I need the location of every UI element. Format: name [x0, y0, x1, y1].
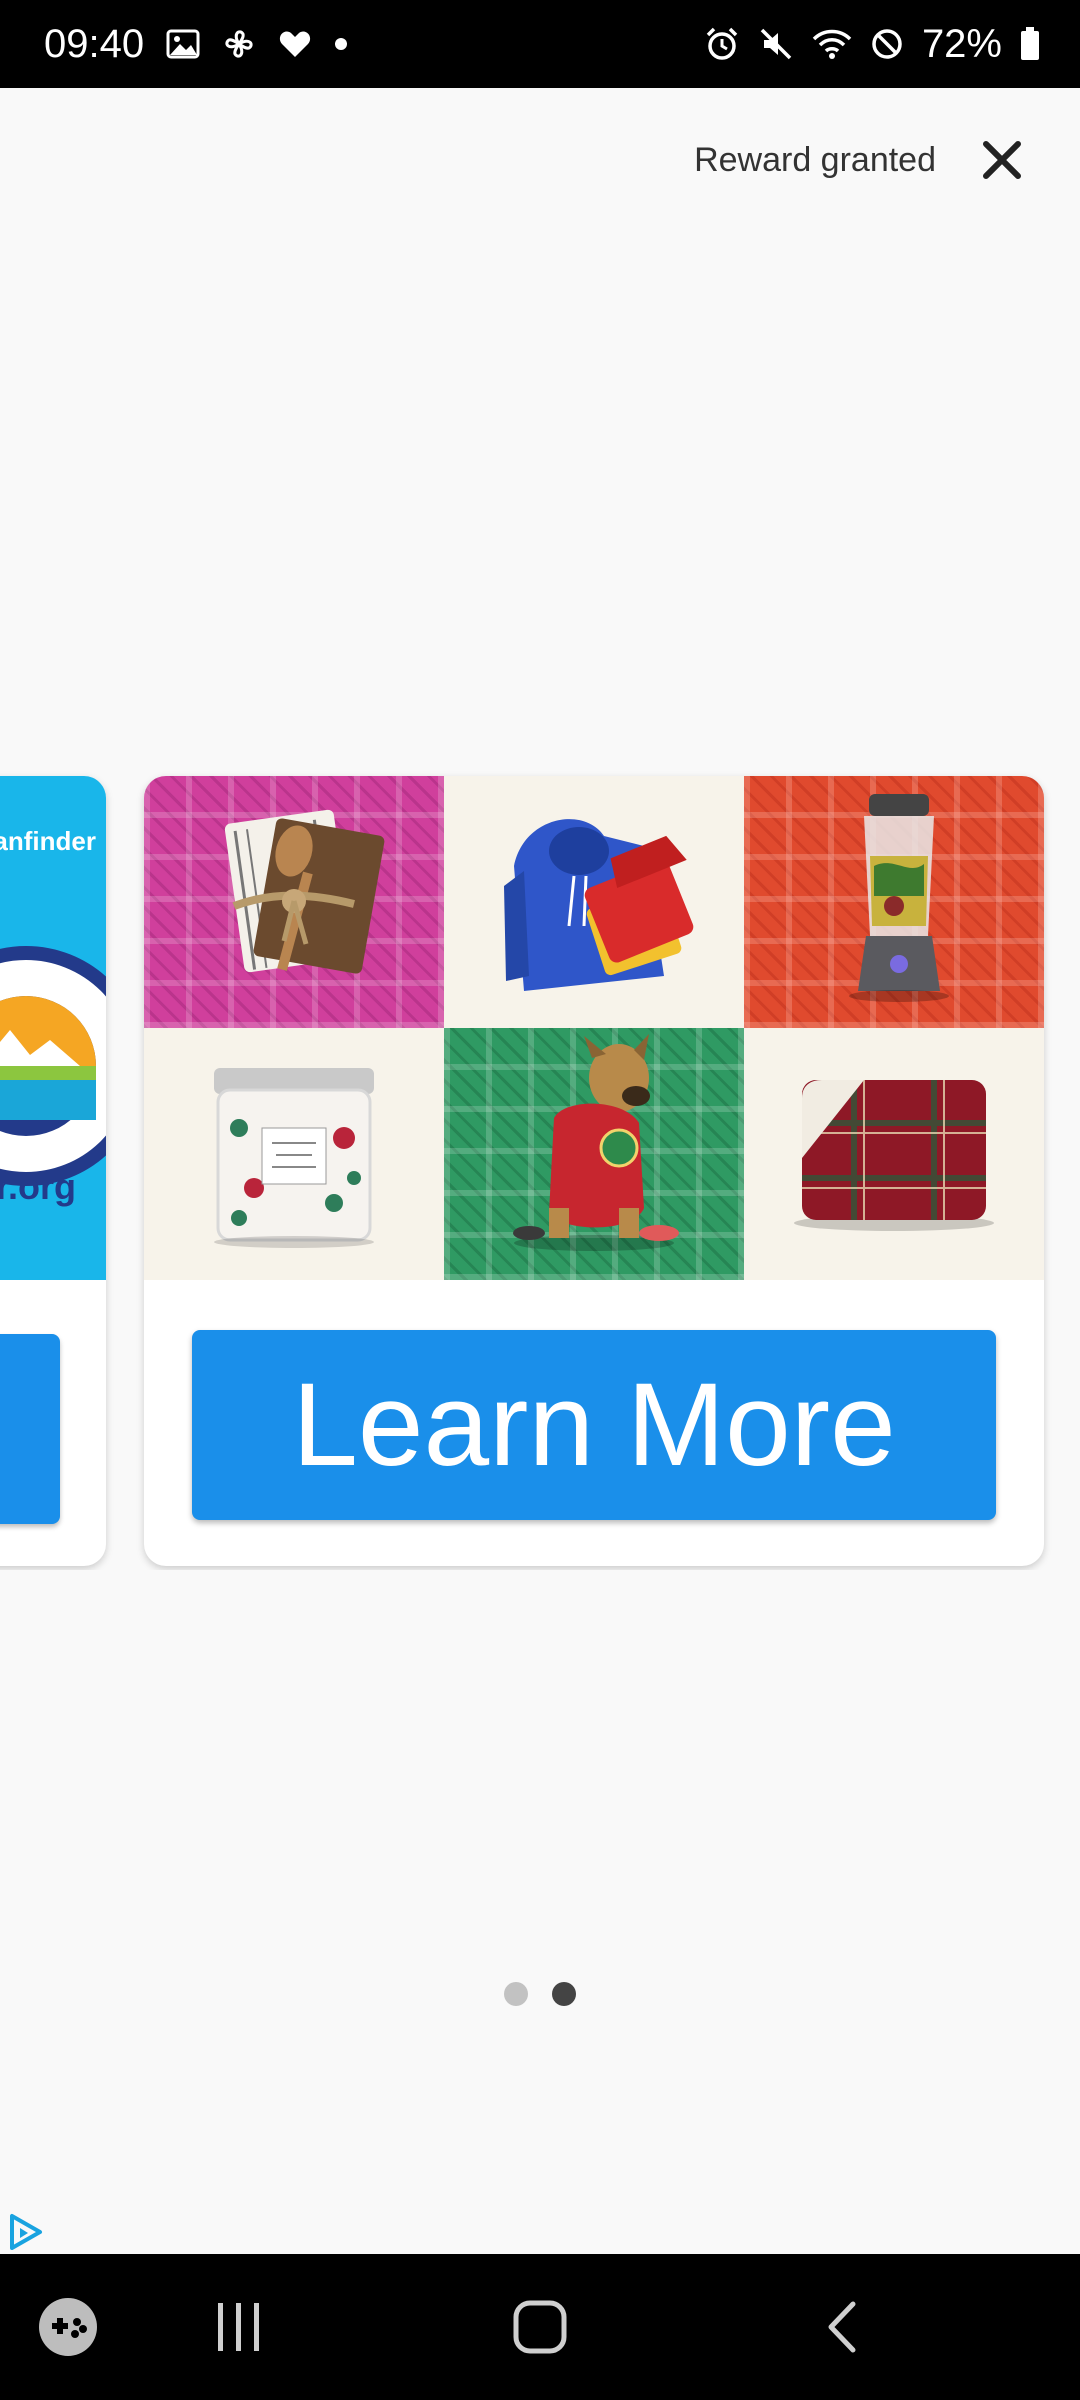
alarm-icon [704, 26, 740, 62]
adchoices-icon[interactable] [6, 2212, 46, 2252]
product-tile-blanket[interactable] [744, 1028, 1044, 1280]
close-button[interactable] [972, 130, 1032, 190]
home-icon [513, 2300, 567, 2354]
carousel-card-previous[interactable]: anfinder r.org [0, 776, 106, 1566]
previous-card-domain: r.org [0, 1166, 76, 1207]
status-time: 09:40 [44, 21, 145, 66]
candle-icon [214, 1068, 374, 1248]
product-tile-blender[interactable] [744, 776, 1044, 1028]
status-bar: 09:40 72% [0, 0, 1080, 88]
previous-card-image: anfinder r.org [0, 776, 106, 1280]
learn-more-button[interactable]: Learn More [192, 1330, 996, 1520]
back-icon [828, 2301, 856, 2353]
product-tile-dog-sweater[interactable] [444, 1028, 744, 1280]
pinwheel-icon [222, 27, 256, 61]
back-button[interactable] [792, 2254, 892, 2400]
dot-icon [334, 37, 348, 51]
carousel-card-main[interactable]: Learn More [144, 776, 1044, 1566]
image-icon [166, 29, 200, 59]
product-tile-towels[interactable] [144, 776, 444, 1028]
wifi-icon [812, 27, 852, 61]
status-left: 09:40 [44, 22, 348, 67]
game-launcher-icon [39, 2298, 97, 2356]
previous-card-logo [0, 946, 106, 1186]
home-button[interactable] [490, 2254, 590, 2400]
previous-card-cta-button[interactable] [0, 1334, 60, 1524]
towels-icon [224, 809, 385, 974]
hoodie-icon [504, 819, 694, 991]
product-grid [144, 776, 1044, 1280]
pager-dot-1[interactable] [504, 1982, 528, 2006]
blender-icon [849, 794, 949, 1002]
close-icon [983, 141, 1021, 179]
status-right: 72% [704, 22, 1040, 67]
system-nav-bar [0, 2254, 1080, 2400]
plaid-blanket-icon [794, 1080, 994, 1231]
product-tile-candle[interactable] [144, 1028, 444, 1280]
battery-percent: 72% [921, 21, 1002, 66]
dog-sweater-icon [513, 1034, 679, 1251]
mute-icon [758, 26, 794, 62]
do-not-disturb-icon [870, 27, 904, 61]
reward-status-text: Reward granted [694, 140, 936, 179]
product-tile-hoodie[interactable] [444, 776, 744, 1028]
previous-card-brand: anfinder [0, 826, 96, 856]
pager-dot-2-active[interactable] [552, 1982, 576, 2006]
ad-carousel[interactable]: anfinder r.org Learn More [0, 770, 1080, 1570]
recent-apps-icon [218, 2303, 259, 2351]
reward-row: Reward granted [694, 120, 1032, 200]
game-launcher-button[interactable] [18, 2254, 118, 2400]
carousel-pager [0, 1982, 1080, 2006]
heart-icon [278, 29, 312, 59]
recent-apps-button[interactable] [188, 2254, 288, 2400]
battery-icon [1020, 27, 1040, 61]
